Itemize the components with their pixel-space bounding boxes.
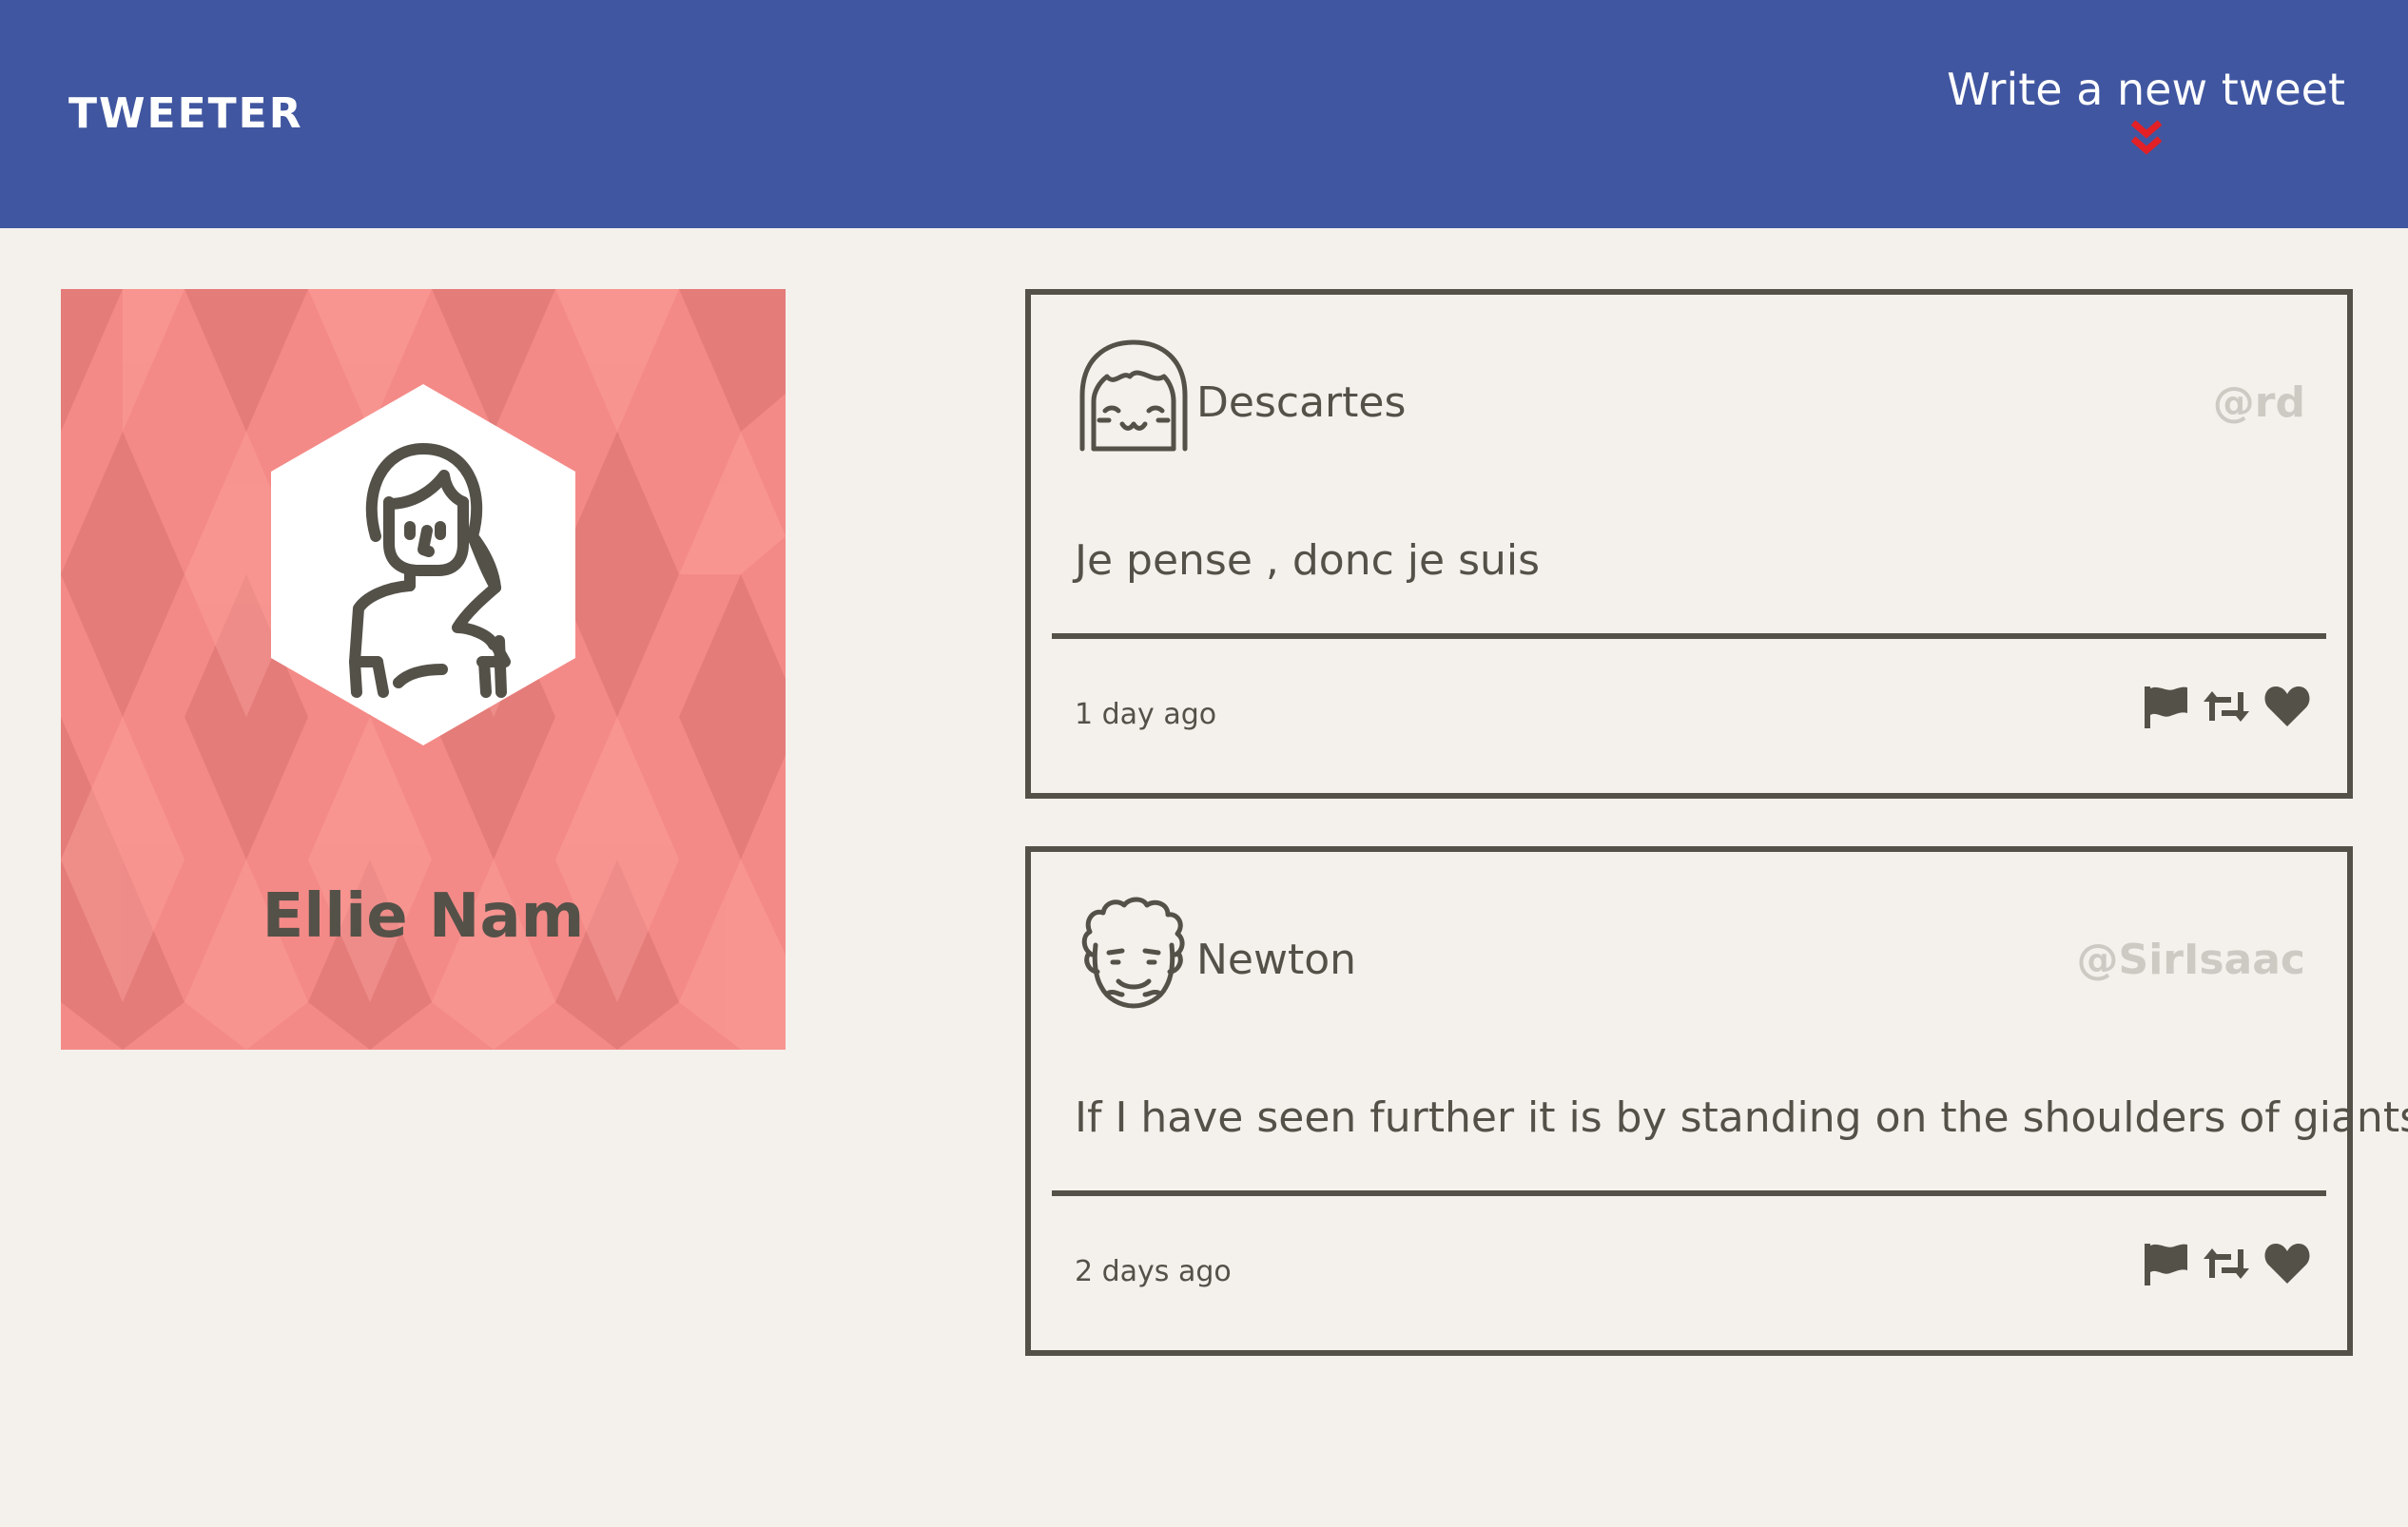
tweet-user-name[interactable]: Newton (1196, 934, 1356, 987)
tweet-text: If I have seen further it is by standing… (1075, 1093, 2408, 1142)
profile-name: Ellie Nam (262, 881, 585, 952)
retweet-icon[interactable] (2203, 1240, 2250, 1287)
tweet-timestamp: 1 day ago (1075, 698, 1217, 731)
compose-toggle[interactable]: Write a new tweet (1947, 61, 2345, 162)
tweet-divider (1052, 1190, 2326, 1196)
flag-icon[interactable] (2142, 683, 2189, 730)
tweet-actions (2142, 1240, 2311, 1287)
tweet-timestamp: 2 days ago (1075, 1255, 1232, 1288)
retweet-icon[interactable] (2203, 683, 2250, 730)
girl-avatar-icon (1079, 339, 1188, 452)
compose-label[interactable]: Write a new tweet (1947, 61, 2345, 118)
top-nav: TWEETER Write a new tweet (0, 0, 2408, 228)
profile-card: Ellie Nam (61, 289, 786, 1050)
tweet-actions (2142, 683, 2311, 730)
tweet-user-handle[interactable]: @SirIsaac (2077, 934, 2306, 987)
brand-logo[interactable]: TWEETER (68, 87, 303, 141)
flag-icon[interactable] (2142, 1240, 2189, 1287)
tweet-user-name[interactable]: Descartes (1196, 377, 1406, 430)
tweet-divider (1052, 633, 2326, 639)
tweet-card: Descartes @rd Je pense , donc je suis 1 … (1025, 289, 2353, 799)
tweet-text: Je pense , donc je suis (1075, 536, 1541, 585)
double-chevron-down-icon[interactable] (2130, 120, 2163, 162)
heart-icon[interactable] (2263, 1240, 2311, 1287)
tweet-user-handle[interactable]: @rd (2213, 377, 2305, 430)
heart-icon[interactable] (2263, 683, 2311, 730)
woman-avatar-icon (271, 384, 575, 745)
curly-man-avatar-icon (1081, 897, 1185, 1009)
tweet-card: Newton @SirIsaac If I have seen further … (1025, 846, 2408, 1356)
